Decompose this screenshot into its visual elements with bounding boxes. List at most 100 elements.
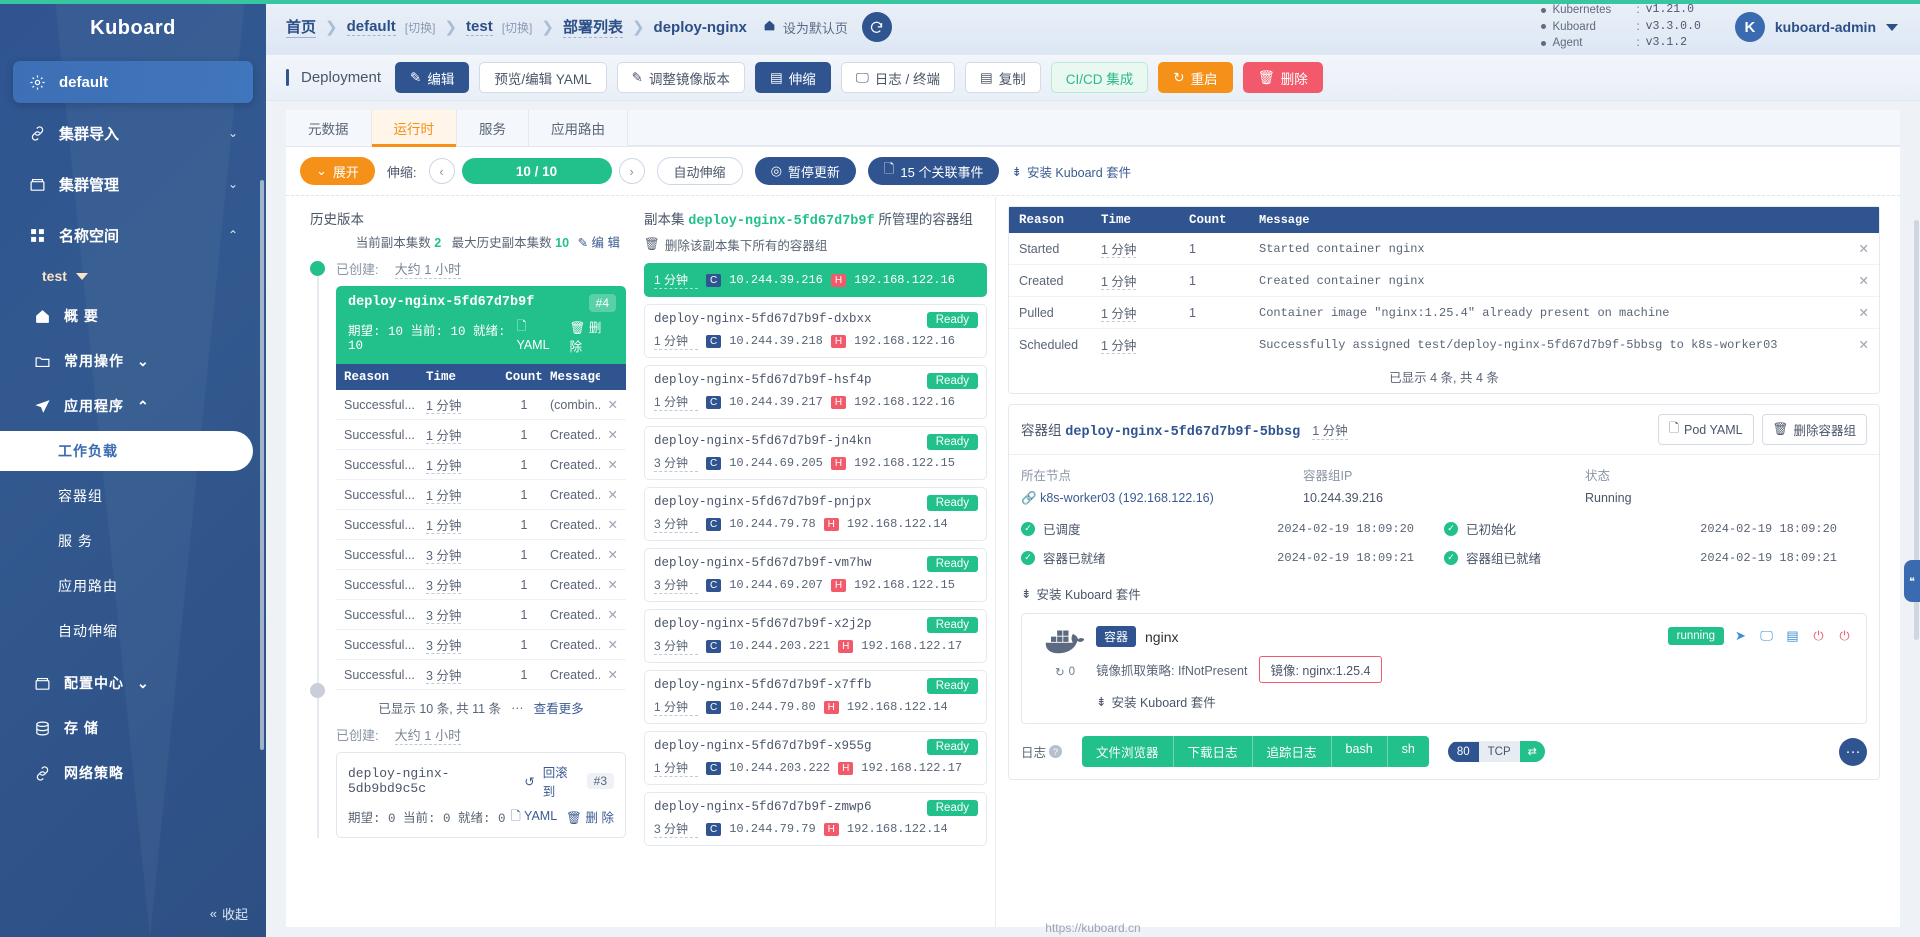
- close-icon[interactable]: ✕: [600, 457, 618, 472]
- list-item[interactable]: deploy-nginx-5fd67d7b9f-pnjpx Ready 3 分钟…: [644, 487, 987, 541]
- list-item[interactable]: 1 分钟 C 10.244.39.216 H 192.168.122.16: [644, 263, 987, 297]
- sidebar-item-autoscale[interactable]: 自动伸缩: [0, 611, 253, 651]
- list-item[interactable]: deploy-nginx-5fd67d7b9f-x955g Ready 1 分钟…: [644, 731, 987, 785]
- table-row[interactable]: Successful... 1 分钟 1 (combin... ✕: [336, 390, 626, 420]
- delete-all-pods-button[interactable]: 🗑 删除该副本集下所有的容器组: [644, 235, 987, 254]
- breadcrumb-namespace-switch[interactable]: [切换]: [502, 19, 533, 36]
- table-row[interactable]: Successful... 3 分钟 1 Created... ✕: [336, 540, 626, 570]
- sidebar-item-applications[interactable]: 应用程序 ⌃: [13, 386, 253, 426]
- more-actions-button[interactable]: ···: [1839, 737, 1867, 766]
- install-kuboard-suite-link[interactable]: ⇟ 安装 Kuboard 套件: [1011, 162, 1131, 181]
- logs-terminal-button[interactable]: 🖵 日志 / 终端: [840, 62, 955, 93]
- table-row[interactable]: Successful... 3 分钟 1 Created... ✕: [336, 660, 626, 690]
- related-events-button[interactable]: 🗋 15 个关联事件: [867, 157, 1000, 185]
- scale-value-bar[interactable]: 10 / 10: [461, 158, 612, 184]
- close-icon[interactable]: ✕: [600, 517, 618, 532]
- container-port-chip[interactable]: 80 TCP ⇄: [1447, 741, 1545, 762]
- replicaset-yaml-button[interactable]: 🗋 YAML: [516, 317, 559, 355]
- replicaset-yaml-button-old[interactable]: 🗋 YAML: [511, 807, 557, 828]
- sidebar-item-pods[interactable]: 容器组: [0, 476, 253, 516]
- restart-button[interactable]: ↻ 重启: [1158, 62, 1233, 93]
- list-item[interactable]: deploy-nginx-5fd67d7b9f-x2j2p Ready 3 分钟…: [644, 609, 987, 663]
- table-row[interactable]: Pulled 1 分钟 1 Container image "nginx:1.2…: [1009, 297, 1879, 329]
- refresh-icon[interactable]: [861, 12, 892, 42]
- table-row[interactable]: Successful... 3 分钟 1 Created... ✕: [336, 600, 626, 630]
- set-default-page-button[interactable]: 设为默认页: [763, 18, 848, 37]
- table-row[interactable]: Successful... 3 分钟 1 Created... ✕: [336, 630, 626, 660]
- sidebar-item-namespace[interactable]: 名称空间 ⌃: [13, 214, 253, 256]
- breadcrumb-cluster[interactable]: default: [346, 18, 396, 36]
- cicd-button[interactable]: CI/CD 集成: [1050, 62, 1149, 93]
- list-item[interactable]: deploy-nginx-5fd67d7b9f-dxbxx Ready 1 分钟…: [644, 304, 987, 358]
- history-events-more-link[interactable]: 查看更多: [534, 698, 584, 717]
- pod-yaml-button[interactable]: 🗋 Pod YAML: [1657, 414, 1754, 445]
- replicaset-card-active[interactable]: deploy-nginx-5fd67d7b9f #4 期望: 10 当前: 10…: [336, 286, 626, 364]
- replicaset-card-old[interactable]: deploy-nginx-5db9bd9c5c ↺ 回滚到 #3 期望: 0 当…: [336, 752, 626, 838]
- close-icon[interactable]: ✕: [600, 397, 618, 412]
- power-icon[interactable]: ⏻: [1809, 626, 1828, 645]
- sidebar-item-network-policy[interactable]: 网络策略: [13, 753, 253, 793]
- install-kuboard-suite-link-pod[interactable]: ⇟ 安装 Kuboard 套件: [1009, 582, 1879, 613]
- copy-button[interactable]: ▤ 复制: [964, 62, 1041, 93]
- replicaset-rollback-button[interactable]: ↺ 回滚到 #3: [524, 762, 614, 800]
- close-icon[interactable]: ✕: [1847, 241, 1869, 256]
- breadcrumb-home[interactable]: 首页: [286, 16, 317, 38]
- delete-button[interactable]: 🗑 删除: [1242, 62, 1323, 93]
- feedback-side-tab[interactable]: ❝: [1904, 560, 1920, 602]
- sidebar-item-default[interactable]: default: [13, 61, 253, 103]
- breadcrumb-cluster-switch[interactable]: [切换]: [405, 19, 436, 36]
- chevron-down-icon[interactable]: ⌄: [228, 126, 238, 140]
- bash-button[interactable]: bash: [1331, 736, 1388, 767]
- chevron-up-icon[interactable]: ⌃: [228, 228, 238, 242]
- table-row[interactable]: Successful... 1 分钟 1 Created... ✕: [336, 450, 626, 480]
- tab-services[interactable]: 服务: [457, 110, 529, 146]
- table-row[interactable]: Successful... 3 分钟 1 Created... ✕: [336, 570, 626, 600]
- rocket-icon[interactable]: ➤: [1731, 626, 1750, 645]
- list-item[interactable]: deploy-nginx-5fd67d7b9f-hsf4p Ready 1 分钟…: [644, 365, 987, 419]
- preview-yaml-button[interactable]: 预览/编辑 YAML: [479, 62, 607, 93]
- follow-log-button[interactable]: 追踪日志: [1252, 736, 1332, 767]
- sidebar-item-services[interactable]: 服 务: [0, 521, 253, 561]
- close-icon[interactable]: ✕: [1847, 273, 1869, 288]
- sidebar-item-overview[interactable]: 概 要: [13, 296, 253, 336]
- sidebar-collapse-button[interactable]: « 收起: [210, 904, 248, 923]
- download-log-button[interactable]: 下载日志: [1173, 736, 1253, 767]
- close-icon[interactable]: ✕: [600, 427, 618, 442]
- scale-increase-button[interactable]: ›: [618, 158, 645, 184]
- list-item[interactable]: deploy-nginx-5fd67d7b9f-zmwp6 Ready 3 分钟…: [644, 792, 987, 846]
- expand-button[interactable]: ⌄ 展开: [300, 157, 375, 185]
- tab-runtime[interactable]: 运行时: [371, 110, 457, 147]
- sidebar-scrollbar[interactable]: [260, 180, 264, 750]
- sh-button[interactable]: sh: [1387, 736, 1429, 767]
- sidebar-item-storage[interactable]: 存 储: [13, 708, 253, 748]
- file-browser-button[interactable]: 文件浏览器: [1082, 736, 1174, 767]
- pause-update-button[interactable]: ◎ 暂停更新: [754, 157, 856, 185]
- namespace-selector[interactable]: test: [42, 268, 266, 284]
- replicaset-delete-button-old[interactable]: 🗑 删 除: [566, 807, 614, 828]
- table-row[interactable]: Started 1 分钟 1 Started container nginx ✕: [1009, 233, 1879, 265]
- scale-button[interactable]: ▤ 伸缩: [754, 62, 831, 93]
- install-kuboard-suite-link-container[interactable]: ⇟ 安装 Kuboard 套件: [1096, 692, 1854, 711]
- sidebar-item-workloads[interactable]: 工作负载: [0, 431, 253, 471]
- layers-icon[interactable]: ▤: [1783, 626, 1802, 645]
- pod-field-node-value[interactable]: k8s-worker03 (192.168.122.16): [1040, 491, 1214, 505]
- close-icon[interactable]: ✕: [1847, 305, 1869, 320]
- breadcrumb-deploy-list[interactable]: 部署列表: [562, 16, 623, 38]
- power-off-icon[interactable]: ⏻: [1835, 626, 1854, 645]
- close-icon[interactable]: ✕: [1847, 337, 1869, 352]
- sidebar-item-common-ops[interactable]: 常用操作 ⌄: [13, 341, 253, 381]
- edit-button[interactable]: ✎ 编辑: [395, 62, 470, 93]
- chevron-down-icon[interactable]: ⌄: [137, 353, 150, 370]
- tab-metadata[interactable]: 元数据: [286, 110, 372, 146]
- list-item[interactable]: deploy-nginx-5fd67d7b9f-jn4kn Ready 3 分钟…: [644, 426, 987, 480]
- close-icon[interactable]: ✕: [600, 547, 618, 562]
- close-icon[interactable]: ✕: [600, 667, 618, 682]
- tab-ingress[interactable]: 应用路由: [529, 110, 628, 146]
- chevron-down-icon[interactable]: ⌄: [137, 675, 150, 692]
- autoscale-button[interactable]: 自动伸缩: [656, 157, 743, 185]
- adjust-image-button[interactable]: ✎ 调整镜像版本: [616, 62, 745, 93]
- close-icon[interactable]: ✕: [600, 577, 618, 592]
- sidebar-item-config-center[interactable]: 配置中心 ⌄: [13, 663, 253, 703]
- table-row[interactable]: Successful... 1 分钟 1 Created... ✕: [336, 510, 626, 540]
- close-icon[interactable]: ✕: [600, 487, 618, 502]
